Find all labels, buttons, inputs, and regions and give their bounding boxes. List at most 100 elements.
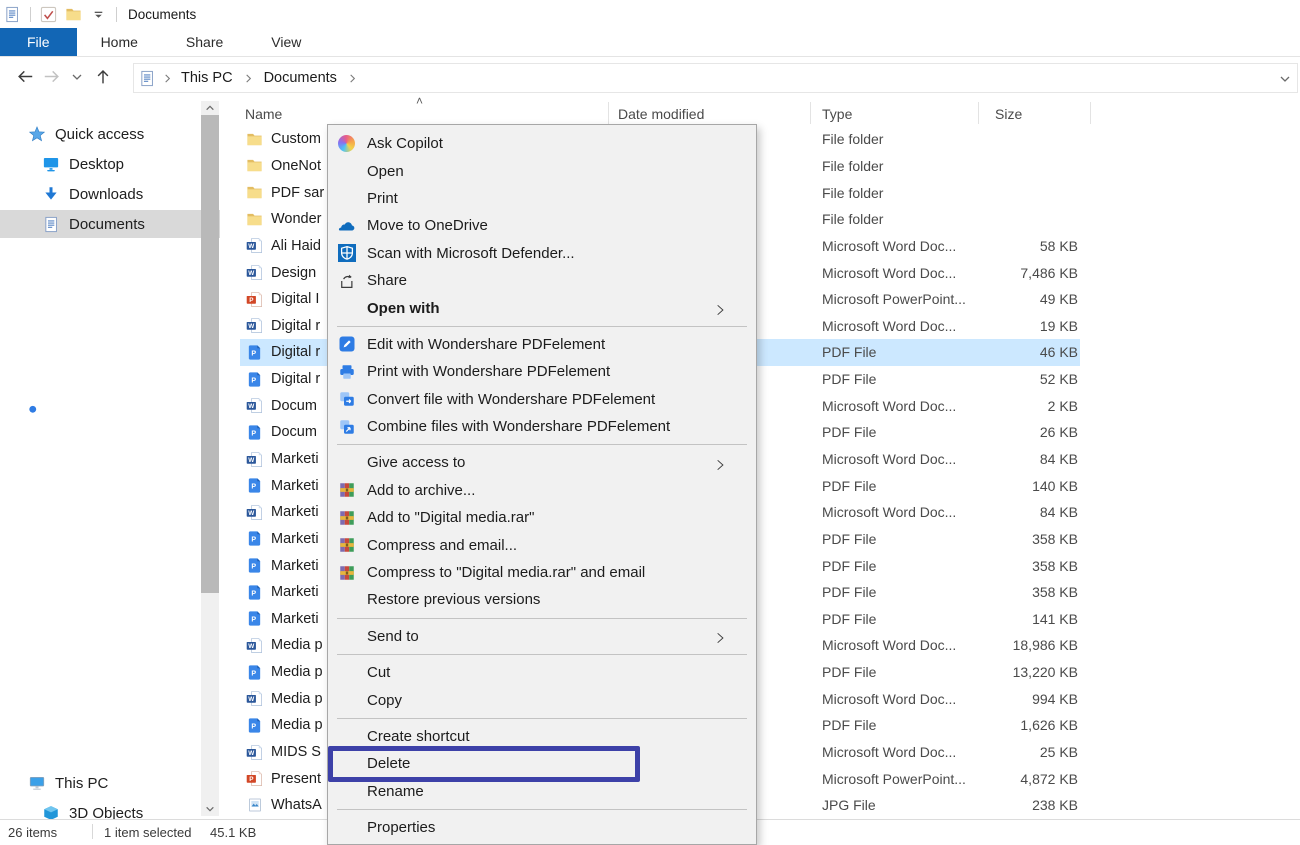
pdfelement-file-icon: P — [246, 530, 263, 547]
menu-item-restore-previous-versions[interactable]: Restore previous versions — [328, 586, 756, 613]
folder-icon — [246, 157, 263, 174]
menu-item-send-to[interactable]: Send to — [328, 623, 756, 650]
breadcrumb-chevron-icon[interactable] — [243, 73, 254, 84]
download-icon — [42, 185, 60, 203]
menu-item-print[interactable]: Print — [328, 185, 756, 212]
column-divider[interactable] — [608, 102, 609, 124]
menu-item-create-shortcut[interactable]: Create shortcut — [328, 723, 756, 750]
column-header-type[interactable]: Type — [822, 106, 852, 122]
file-size-cell: 141 KB — [910, 611, 1078, 627]
menu-separator — [337, 326, 747, 327]
menu-item-give-access-to[interactable]: Give access to — [328, 449, 756, 476]
menu-item-compress-to-digital-media-rar-and-email[interactable]: Compress to "Digital media.rar" and emai… — [328, 559, 756, 586]
pdfelement-file-icon: P — [246, 557, 263, 574]
sidebar-item-label: Quick access — [55, 126, 144, 143]
svg-text:P: P — [251, 589, 256, 597]
file-name: Wonder — [271, 211, 322, 227]
nav-scrollbar-thumb[interactable] — [201, 115, 219, 593]
file-type-cell: File folder — [822, 211, 987, 227]
menu-item-open[interactable]: Open — [328, 157, 756, 184]
copilot-icon — [338, 134, 360, 153]
file-name: OneNot — [271, 158, 321, 174]
column-divider[interactable] — [810, 102, 811, 124]
breadcrumb-chevron-icon[interactable] — [347, 73, 358, 84]
column-divider[interactable] — [978, 102, 979, 124]
menu-item-convert-file-with-wondershare-pdfelement[interactable]: Convert file with Wondershare PDFelement — [328, 386, 756, 413]
column-divider[interactable] — [1090, 102, 1091, 124]
menu-item-label: Print — [367, 190, 398, 207]
column-header-size[interactable]: Size — [995, 106, 1022, 122]
menu-item-compress-and-email[interactable]: Compress and email... — [328, 531, 756, 558]
tab-view[interactable]: View — [247, 28, 325, 56]
menu-item-label: Ask Copilot — [367, 135, 443, 152]
sidebar-item-quick-access[interactable]: Quick access — [0, 120, 229, 148]
menu-item-scan-with-microsoft-defender[interactable]: Scan with Microsoft Defender... — [328, 240, 756, 267]
menu-item-add-to-archive[interactable]: Add to archive... — [328, 477, 756, 504]
file-type-cell: File folder — [822, 131, 987, 147]
scrollbar-down-icon[interactable] — [201, 802, 219, 816]
sidebar-item-this-pc[interactable]: This PC — [0, 769, 229, 797]
back-arrow-icon[interactable] — [12, 64, 38, 90]
document-icon — [42, 215, 60, 233]
tab-home[interactable]: Home — [77, 28, 162, 56]
menu-item-cut[interactable]: Cut — [328, 659, 756, 686]
word-file-icon: W — [246, 637, 263, 654]
column-header-name[interactable]: Name — [245, 106, 282, 122]
menu-item-label: Move to OneDrive — [367, 217, 488, 234]
word-file-icon: W — [246, 504, 263, 521]
svg-text:P: P — [251, 536, 256, 544]
file-type-cell: File folder — [822, 185, 987, 201]
menu-item-delete[interactable]: Delete — [328, 750, 756, 777]
menu-item-add-to-digital-media-rar[interactable]: Add to "Digital media.rar" — [328, 504, 756, 531]
address-bar: This PC Documents — [0, 57, 1300, 97]
file-name: Media p — [271, 717, 323, 733]
recent-locations-chevron-icon[interactable] — [64, 64, 90, 90]
menu-item-label: Properties — [367, 819, 435, 836]
address-dropdown-chevron-icon[interactable] — [1279, 73, 1291, 85]
winrar-icon — [338, 508, 360, 527]
sidebar-item-label: Desktop — [69, 156, 124, 173]
file-size-cell: 19 KB — [910, 318, 1078, 334]
menu-item-print-with-wondershare-pdfelement[interactable]: Print with Wondershare PDFelement — [328, 358, 756, 385]
svg-text:P: P — [251, 723, 256, 731]
pdfelement-file-icon: P — [246, 584, 263, 601]
winrar-icon — [338, 536, 360, 555]
menu-item-ask-copilot[interactable]: Ask Copilot — [328, 130, 756, 157]
breadcrumb-chevron-icon — [162, 73, 173, 84]
svg-text:W: W — [248, 457, 254, 464]
nav-scrollbar[interactable] — [201, 101, 219, 816]
word-file-icon: W — [246, 264, 263, 281]
folder-icon — [246, 131, 263, 148]
menu-item-label: Restore previous versions — [367, 591, 540, 608]
folder-icon[interactable] — [65, 6, 82, 23]
onedrive-fragment-icon — [24, 403, 39, 418]
checkmark-icon[interactable] — [40, 6, 57, 23]
up-arrow-icon[interactable] — [90, 64, 116, 90]
file-size-cell: 994 KB — [910, 691, 1078, 707]
menu-item-move-to-onedrive[interactable]: Move to OneDrive — [328, 212, 756, 239]
tab-share[interactable]: Share — [162, 28, 247, 56]
menu-item-properties[interactable]: Properties — [328, 814, 756, 841]
svg-text:W: W — [248, 270, 254, 277]
menu-item-copy[interactable]: Copy — [328, 686, 756, 713]
menu-item-rename[interactable]: Rename — [328, 778, 756, 805]
tab-label: Home — [101, 34, 138, 50]
svg-text:W: W — [248, 643, 254, 650]
file-size-cell: 358 KB — [910, 558, 1078, 574]
context-menu: Ask Copilot Open Print Move to OneDrive … — [327, 124, 757, 845]
column-header-date-modified[interactable]: Date modified — [618, 106, 704, 122]
scrollbar-up-icon[interactable] — [201, 101, 219, 115]
forward-arrow-icon[interactable] — [38, 64, 64, 90]
address-field[interactable]: This PC Documents — [133, 63, 1298, 93]
menu-item-combine-files-with-wondershare-pdfelement[interactable]: Combine files with Wondershare PDFelemen… — [328, 413, 756, 440]
menu-item-open-with[interactable]: Open with — [328, 294, 756, 321]
file-name: Marketi — [271, 611, 319, 627]
menu-item-label: Add to "Digital media.rar" — [367, 509, 534, 526]
menu-item-share[interactable]: Share — [328, 267, 756, 294]
breadcrumb-segment-this-pc[interactable]: This PC — [173, 70, 241, 86]
tab-file[interactable]: File — [0, 28, 77, 56]
menu-item-edit-with-wondershare-pdfelement[interactable]: Edit with Wondershare PDFelement — [328, 331, 756, 358]
file-size-cell: 358 KB — [910, 531, 1078, 547]
breadcrumb-segment-documents[interactable]: Documents — [256, 70, 345, 86]
qat-dropdown-icon[interactable] — [90, 6, 107, 23]
